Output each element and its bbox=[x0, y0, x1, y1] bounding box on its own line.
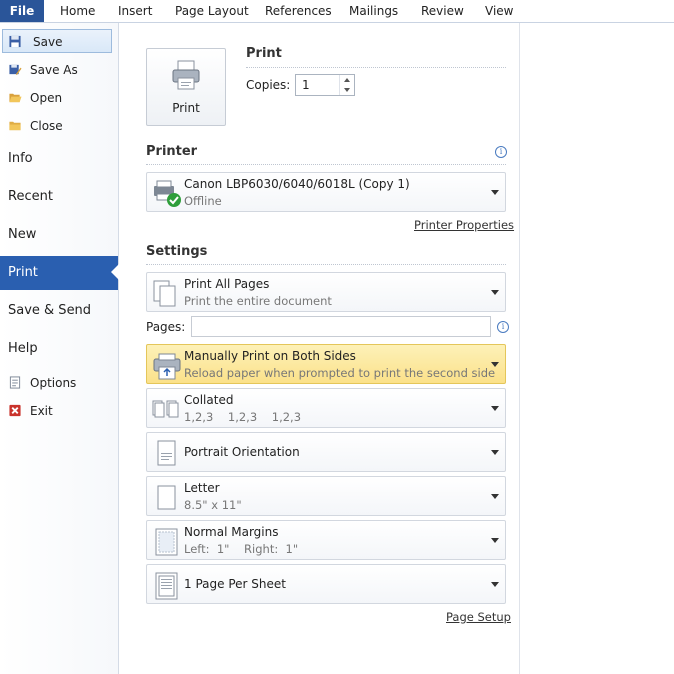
paper-size-main: Letter bbox=[184, 481, 220, 495]
margins-icon bbox=[155, 528, 178, 556]
duplex-sub: Reload paper when prompted to print the … bbox=[184, 366, 496, 380]
tab-review[interactable]: Review bbox=[421, 0, 464, 22]
chevron-down-icon bbox=[491, 190, 499, 195]
nav-exit[interactable]: Exit bbox=[0, 399, 118, 423]
options-icon bbox=[9, 376, 21, 389]
nav-close[interactable]: Close bbox=[0, 114, 118, 138]
info-icon[interactable]: i bbox=[495, 146, 507, 158]
nav-new[interactable]: New bbox=[0, 220, 118, 250]
spin-down-icon[interactable] bbox=[344, 88, 350, 92]
chevron-down-icon bbox=[491, 582, 499, 587]
nav-open[interactable]: Open bbox=[0, 86, 118, 110]
portrait-icon bbox=[157, 440, 176, 466]
paper-size-sub: 8.5" x 11" bbox=[184, 498, 242, 512]
copies-value: 1 bbox=[302, 78, 310, 92]
tab-insert[interactable]: Insert bbox=[118, 0, 152, 22]
nav-save-as[interactable]: Save As bbox=[0, 58, 118, 82]
printer-icon bbox=[172, 60, 200, 90]
backstage-nav: Save Save As Open Close Info Recent New … bbox=[0, 23, 119, 674]
pages-per-sheet-main: 1 Page Per Sheet bbox=[184, 577, 286, 591]
pages-per-sheet-dropdown[interactable]: 1 Page Per Sheet bbox=[146, 564, 506, 604]
spin-up-icon[interactable] bbox=[344, 78, 350, 82]
duplex-main: Manually Print on Both Sides bbox=[184, 349, 356, 363]
folder-close-icon bbox=[9, 121, 21, 131]
copies-spin-buttons[interactable] bbox=[339, 75, 354, 95]
printer-dropdown[interactable]: Canon LBP6030/6040/6018L (Copy 1) Offlin… bbox=[146, 172, 506, 212]
nav-exit-label: Exit bbox=[30, 404, 53, 418]
chevron-down-icon bbox=[491, 362, 499, 367]
nav-open-label: Open bbox=[30, 91, 63, 105]
tab-references[interactable]: References bbox=[265, 0, 332, 22]
tab-view[interactable]: View bbox=[485, 0, 513, 22]
save-icon bbox=[9, 35, 21, 48]
print-section-title: Print bbox=[246, 46, 282, 61]
printer-properties-link[interactable]: Printer Properties bbox=[414, 218, 514, 232]
nav-options[interactable]: Options bbox=[0, 371, 118, 395]
ribbon-tabs: File Home Insert Page Layout References … bbox=[0, 0, 674, 23]
paper-size-icon bbox=[157, 485, 176, 510]
copies-label: Copies: bbox=[246, 78, 291, 92]
chevron-down-icon bbox=[491, 290, 499, 295]
chevron-down-icon bbox=[491, 538, 499, 543]
margins-sub: Left: 1" Right: 1" bbox=[184, 542, 299, 556]
print-range-main: Print All Pages bbox=[184, 277, 270, 291]
exit-icon bbox=[9, 404, 21, 417]
margins-main: Normal Margins bbox=[184, 525, 279, 539]
orientation-dropdown[interactable]: Portrait Orientation bbox=[146, 432, 506, 472]
collation-dropdown[interactable]: Collated 1,2,3 1,2,3 1,2,3 bbox=[146, 388, 506, 428]
print-button[interactable]: Print bbox=[146, 48, 226, 126]
printer-status: Offline bbox=[184, 194, 222, 208]
chevron-down-icon bbox=[491, 450, 499, 455]
printer-name: Canon LBP6030/6040/6018L (Copy 1) bbox=[184, 177, 410, 191]
divider bbox=[146, 164, 506, 165]
printer-section-title: Printer bbox=[146, 144, 198, 159]
nav-close-label: Close bbox=[30, 119, 63, 133]
orientation-main: Portrait Orientation bbox=[184, 445, 300, 459]
print-preview-area bbox=[520, 23, 674, 674]
print-range-dropdown[interactable]: Print All Pages Print the entire documen… bbox=[146, 272, 506, 312]
folder-open-icon bbox=[9, 93, 22, 103]
tab-file[interactable]: File bbox=[0, 0, 44, 22]
nav-save[interactable]: Save bbox=[2, 29, 112, 53]
nav-recent[interactable]: Recent bbox=[0, 182, 118, 212]
print-button-label: Print bbox=[172, 101, 200, 115]
collation-sub: 1,2,3 1,2,3 1,2,3 bbox=[184, 410, 302, 424]
nav-print[interactable]: Print bbox=[0, 256, 119, 290]
nav-save-send[interactable]: Save & Send bbox=[0, 296, 118, 326]
nav-options-label: Options bbox=[30, 376, 77, 390]
nav-save-as-label: Save As bbox=[30, 63, 78, 77]
save-as-icon bbox=[9, 64, 22, 76]
selected-arrow-indicator bbox=[111, 264, 119, 280]
margins-dropdown[interactable]: Normal Margins Left: 1" Right: 1" bbox=[146, 520, 506, 560]
divider bbox=[146, 264, 506, 265]
info-icon[interactable]: i bbox=[497, 321, 509, 333]
pages-icon bbox=[153, 280, 176, 307]
collated-icon bbox=[152, 400, 179, 418]
pages-label: Pages: bbox=[146, 320, 186, 334]
paper-size-dropdown[interactable]: Letter 8.5" x 11" bbox=[146, 476, 506, 516]
nav-save-label: Save bbox=[33, 35, 63, 49]
nav-info[interactable]: Info bbox=[0, 144, 118, 174]
collation-main: Collated bbox=[184, 393, 234, 407]
duplex-dropdown[interactable]: Manually Print on Both Sides Reload pape… bbox=[146, 344, 506, 384]
tab-home[interactable]: Home bbox=[60, 0, 95, 22]
divider bbox=[246, 67, 506, 68]
printer-status-icon bbox=[154, 180, 181, 207]
copies-stepper[interactable]: 1 bbox=[295, 74, 355, 96]
print-panel: Print Print Copies: 1 Printer i Canon LB… bbox=[119, 23, 520, 674]
tab-page-layout[interactable]: Page Layout bbox=[175, 0, 249, 22]
page-setup-link[interactable]: Page Setup bbox=[446, 610, 511, 624]
settings-section-title: Settings bbox=[146, 244, 208, 259]
chevron-down-icon bbox=[491, 494, 499, 499]
nav-print-label: Print bbox=[8, 265, 38, 280]
nav-help[interactable]: Help bbox=[0, 334, 118, 364]
tab-mailings[interactable]: Mailings bbox=[349, 0, 398, 22]
pages-input[interactable] bbox=[191, 316, 491, 337]
print-range-sub: Print the entire document bbox=[184, 294, 332, 308]
chevron-down-icon bbox=[491, 406, 499, 411]
manual-duplex-icon bbox=[153, 353, 181, 380]
pages-per-sheet-icon bbox=[155, 572, 178, 600]
